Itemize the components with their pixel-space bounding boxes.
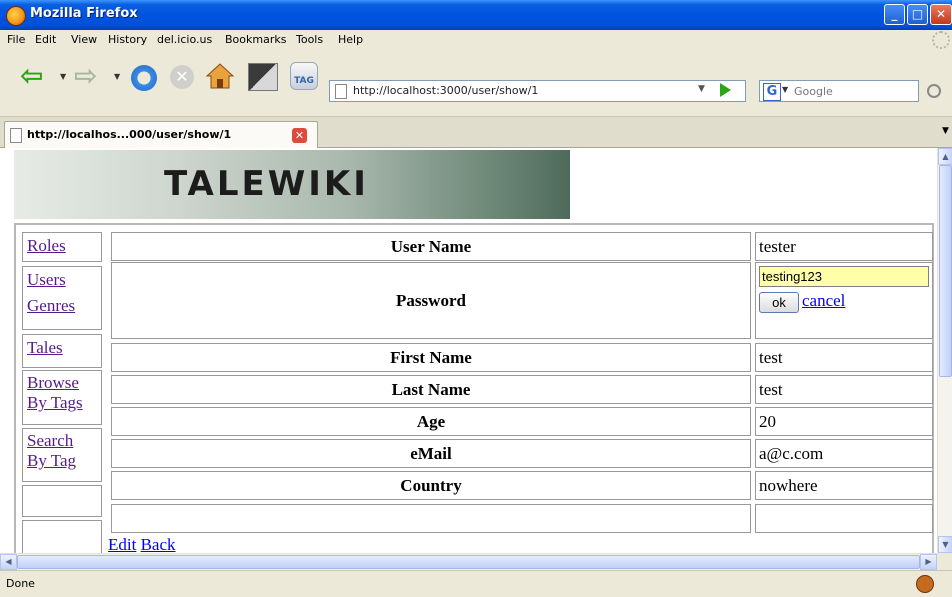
sidebar-item-search: Search By Tag [22, 428, 102, 482]
horizontal-scroll-thumb[interactable] [17, 555, 920, 569]
table-row: Country nowhere [111, 471, 933, 500]
scroll-up-icon[interactable]: ▲ [938, 148, 952, 165]
sidebar-link-search-by-tag[interactable]: Search By Tag [23, 429, 101, 473]
title-bar: Mozilla Firefox _ □ ✕ [0, 0, 952, 30]
throbber-icon [932, 31, 950, 49]
row-label: User Name [111, 232, 751, 261]
menu-bar: File Edit View History del.icio.us Bookm… [0, 30, 952, 50]
menu-edit[interactable]: Edit [35, 33, 56, 46]
menu-tools[interactable]: Tools [296, 33, 323, 46]
sidebar-link-browse-by-tags[interactable]: Browse By Tags [23, 371, 101, 415]
table-row: First Name test [111, 343, 933, 372]
page-icon [335, 84, 347, 99]
back-arrow-icon[interactable]: ⇦ [20, 62, 54, 90]
row-label: Last Name [111, 375, 751, 404]
table-row-empty [111, 504, 933, 533]
table-row: eMail a@c.com [111, 439, 933, 468]
url-bar[interactable]: http://localhost:3000/user/show/1 ▼ [329, 80, 746, 102]
sidebar-empty-cell [22, 520, 102, 553]
table-row: Age 20 [111, 407, 933, 436]
vertical-scrollbar[interactable]: ▲ ▼ [937, 148, 952, 553]
minimize-button[interactable]: _ [884, 4, 905, 25]
site-logo-text: TALEWIKI [164, 164, 369, 204]
url-dropdown-icon[interactable]: ▼ [698, 84, 705, 94]
tab-strip: http://localhos...000/user/show/1 ✕ ▼ [0, 117, 952, 148]
sidebar-link-genres[interactable]: Genres [23, 293, 101, 319]
table-row: User Name tester [111, 232, 933, 261]
sidebar-item-users-genres: Users Genres [22, 266, 102, 330]
edit-link[interactable]: Edit [108, 535, 136, 553]
row-label: First Name [111, 343, 751, 372]
cancel-link[interactable]: cancel [802, 291, 845, 311]
search-bar: G ▼ [759, 80, 919, 102]
search-input[interactable] [794, 83, 914, 99]
row-value: nowhere [755, 471, 933, 500]
greasemonkey-icon[interactable] [916, 575, 934, 593]
scroll-right-icon[interactable]: ▶ [920, 554, 937, 570]
search-engine-icon[interactable]: G [763, 83, 781, 101]
tab-close-icon[interactable]: ✕ [292, 128, 307, 143]
password-edit-cell: ok cancel [755, 262, 933, 339]
search-icon[interactable] [927, 84, 941, 98]
row-value: a@c.com [755, 439, 933, 468]
row-value: 20 [755, 407, 933, 436]
stop-icon[interactable]: ✕ [170, 65, 194, 89]
back-link[interactable]: Back [141, 535, 176, 553]
sidebar-item-browse: Browse By Tags [22, 370, 102, 425]
password-input[interactable] [759, 266, 929, 287]
ok-button[interactable]: ok [759, 292, 799, 313]
reload-icon[interactable] [131, 65, 157, 91]
scroll-down-icon[interactable]: ▼ [938, 536, 952, 553]
forward-arrow-icon[interactable]: ⇨ [74, 62, 108, 90]
tab-active[interactable]: http://localhos...000/user/show/1 ✕ [4, 121, 318, 148]
back-history-dropdown-icon[interactable]: ▼ [60, 72, 66, 81]
page-content: TALEWIKI Roles Users Genres Tales Browse… [0, 148, 937, 553]
go-icon[interactable] [720, 83, 731, 97]
row-label: eMail [111, 439, 751, 468]
site-banner: TALEWIKI [14, 150, 570, 219]
table-row-password: Password ok cancel [111, 262, 933, 339]
tag-button[interactable]: TAG [290, 62, 318, 90]
maximize-button[interactable]: □ [907, 4, 928, 25]
menu-history[interactable]: History [108, 33, 147, 46]
row-value: test [755, 343, 933, 372]
status-text: Done [6, 577, 35, 590]
row-value: test [755, 375, 933, 404]
row-label: Country [111, 471, 751, 500]
menu-view[interactable]: View [71, 33, 97, 46]
window-title: Mozilla Firefox [30, 6, 138, 21]
row-label-empty [111, 504, 751, 533]
table-row: Last Name test [111, 375, 933, 404]
scroll-left-icon[interactable]: ◀ [0, 554, 17, 570]
vertical-scroll-thumb[interactable] [939, 165, 952, 377]
sidebar-item-roles: Roles [22, 232, 102, 262]
url-text[interactable]: http://localhost:3000/user/show/1 [353, 84, 538, 97]
forward-history-dropdown-icon[interactable]: ▼ [114, 72, 120, 81]
menu-delicious[interactable]: del.icio.us [157, 33, 212, 46]
home-icon[interactable] [205, 62, 235, 90]
sidebar-empty-cell [22, 485, 102, 517]
firefox-icon [6, 6, 26, 26]
sidebar-link-roles[interactable]: Roles [23, 233, 101, 259]
tab-title: http://localhos...000/user/show/1 [27, 128, 232, 141]
menu-bookmarks[interactable]: Bookmarks [225, 33, 286, 46]
tab-page-icon [10, 128, 22, 143]
tab-overflow-icon[interactable]: ▼ [942, 126, 949, 136]
sidebar-link-users[interactable]: Users [23, 267, 101, 293]
menu-file[interactable]: File [7, 33, 25, 46]
footer-links: Edit Back [108, 535, 176, 553]
sidebar-item-tales: Tales [22, 334, 102, 368]
row-label: Password [111, 262, 751, 339]
close-button[interactable]: ✕ [930, 4, 952, 25]
row-value-empty [755, 504, 933, 533]
bookmark-manager-icon[interactable] [248, 63, 278, 91]
menu-help[interactable]: Help [338, 33, 363, 46]
row-value: tester [755, 232, 933, 261]
horizontal-scrollbar[interactable]: ◀ ▶ [0, 553, 937, 570]
row-label: Age [111, 407, 751, 436]
sidebar-link-tales[interactable]: Tales [23, 335, 101, 361]
search-engine-dropdown-icon[interactable]: ▼ [782, 85, 788, 94]
status-bar: Done [0, 570, 952, 597]
